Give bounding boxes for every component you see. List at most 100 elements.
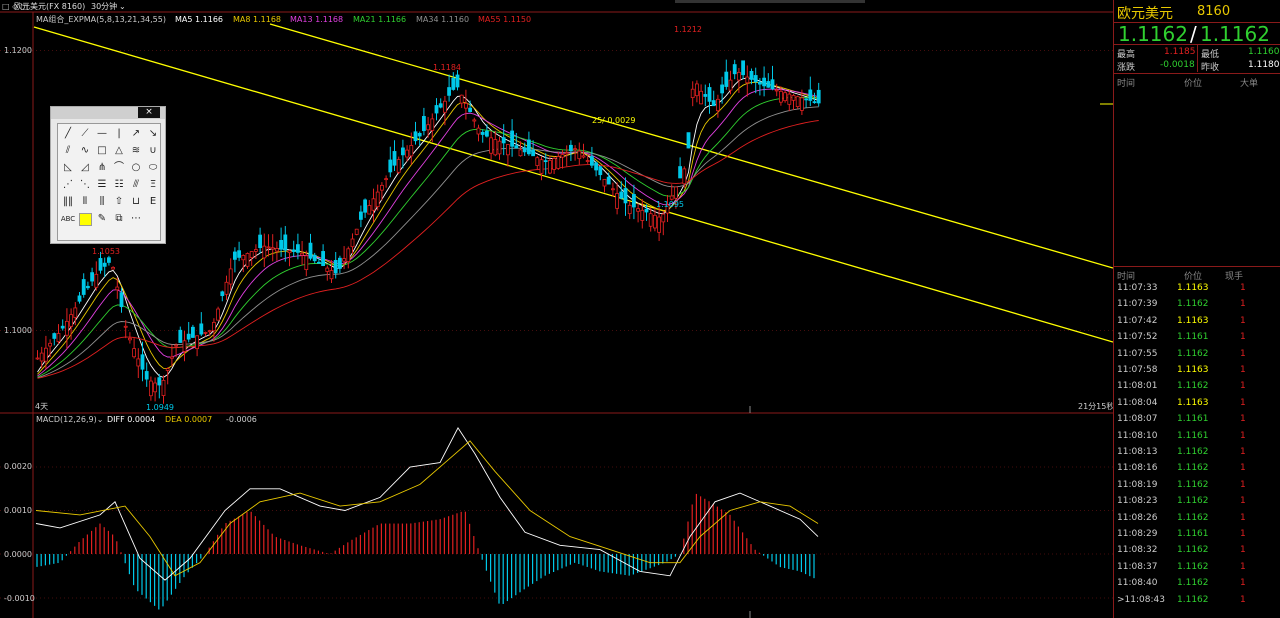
tick-row[interactable]: 11:08:19 1.1162 1 (1114, 478, 1280, 493)
price-tick-2: 1.1000 (4, 326, 32, 335)
cup-tool-icon[interactable]: ∪ (145, 143, 161, 159)
candle-body (342, 258, 347, 262)
tick-row[interactable]: 11:08:07 1.1161 1 (1114, 412, 1280, 427)
fan2-tool-icon[interactable]: ⋱ (77, 177, 93, 193)
candle-body (203, 331, 208, 334)
candle-body (762, 77, 766, 87)
channel-line-lower[interactable] (33, 26, 1113, 343)
candle-body (728, 79, 733, 91)
tick-row[interactable]: 11:08:29 1.1161 1 (1114, 527, 1280, 542)
vline-tool-icon[interactable]: | (111, 126, 127, 142)
ruler-tool-icon[interactable]: ⊔ (128, 194, 144, 210)
ellipse-tool-icon[interactable]: ⬭ (145, 160, 161, 176)
speed-tool-icon[interactable]: ⫻ (128, 177, 144, 193)
candle-body (472, 119, 477, 122)
tick-row[interactable]: 11:07:33 1.1163 1 (1114, 281, 1280, 296)
arrow-tool-icon[interactable]: ↗ (128, 126, 144, 142)
triangle-tool-icon[interactable]: △ (111, 143, 127, 159)
color-tool-icon[interactable] (79, 213, 92, 226)
tick-row[interactable]: 11:08:13 1.1162 1 (1114, 445, 1280, 460)
period-tool-icon[interactable]: ⫼ (94, 194, 110, 210)
tick-row[interactable]: 11:07:55 1.1162 1 (1114, 347, 1280, 362)
tick-row[interactable]: 11:07:52 1.1161 1 (1114, 330, 1280, 345)
parallel-tool-icon[interactable]: ⫽ (60, 143, 76, 159)
bracket-tool-icon[interactable]: E (145, 194, 161, 210)
candle-body (447, 87, 452, 96)
circle-tool-icon[interactable]: ○ (128, 160, 144, 176)
candle-body (812, 101, 817, 104)
up-arrow-tool-icon[interactable]: ⇧ (111, 194, 127, 210)
tick-row[interactable]: 11:08:26 1.1162 1 (1114, 511, 1280, 526)
angle-tool-icon[interactable]: ◿ (77, 160, 93, 176)
chevron-down-icon[interactable]: ⌄ (119, 2, 126, 11)
tick-volume: 1 (1240, 594, 1246, 605)
candle-body (161, 379, 166, 396)
tick-row[interactable]: 11:08:04 1.1163 1 (1114, 396, 1280, 411)
candle-body (611, 188, 615, 191)
period-selector[interactable]: 30分钟 (91, 1, 117, 11)
text-tool-icon[interactable]: ABC (60, 211, 76, 227)
close-icon[interactable]: × (138, 107, 160, 118)
fan-tool-icon[interactable]: ⋰ (60, 177, 76, 193)
tick-row[interactable]: >11:08:43 1.1162 1 (1114, 593, 1280, 608)
hline-tool-icon[interactable]: — (94, 126, 110, 142)
tick-row[interactable]: 11:07:42 1.1163 1 (1114, 314, 1280, 329)
gann-tool-icon[interactable]: ◺ (60, 160, 76, 176)
tick-row[interactable]: 11:08:32 1.1162 1 (1114, 543, 1280, 558)
high-value: 1.1185 (1164, 47, 1196, 57)
candle-body (283, 234, 288, 251)
tick-price: 1.1161 (1177, 332, 1209, 343)
fibext-tool-icon[interactable]: Ξ (145, 177, 161, 193)
arc-tool-icon[interactable]: ⌒ (111, 160, 127, 176)
eraser-tool-icon[interactable]: ✎ (94, 211, 110, 227)
wave-tool-icon[interactable]: ∿ (77, 143, 93, 159)
candle-body (396, 159, 401, 173)
drawing-toolbox[interactable]: × ╱ ⟋ — | ↗ ↘ ⫽ ∿ □ △ ≋ ∪ ◺ ◿ ⋔ ⌒ ○ ⬭ ⋰ ⋱ ☰ ☷ ⫻ Ξ ‖‖ ⦀ ⫼ ⇧ ⊔ E ABC ✎ ⧉ ⋯ (50, 106, 166, 244)
tick-row[interactable]: 11:07:58 1.1163 1 (1114, 363, 1280, 378)
tick-time: 11:07:33 (1117, 283, 1158, 293)
candle-body (237, 250, 242, 258)
fib2-tool-icon[interactable]: ☷ (111, 177, 127, 193)
candle-body (136, 358, 141, 367)
candle-body (476, 127, 481, 135)
fib-tool-icon[interactable]: ☰ (94, 177, 110, 193)
toolbox-titlebar[interactable]: × (51, 107, 165, 119)
candle-body (409, 145, 414, 157)
indicator-label[interactable]: MA组合_EXPMA(5,8,13,21,34,55) (36, 14, 166, 24)
symbol-label[interactable]: 欧元美元(FX 8160) (14, 1, 85, 11)
tick-row[interactable]: 11:08:37 1.1162 1 (1114, 560, 1280, 575)
tick-row[interactable]: 11:08:01 1.1162 1 (1114, 379, 1280, 394)
tick-row[interactable]: 11:08:16 1.1162 1 (1114, 461, 1280, 476)
candle-body (199, 323, 204, 335)
candle-body (602, 178, 607, 187)
rect-tool-icon[interactable]: □ (94, 143, 110, 159)
candle-body (111, 267, 115, 270)
candle-body (791, 95, 796, 101)
big-orders-header-price: 价位 (1184, 79, 1203, 89)
tick-row[interactable]: 11:08:40 1.1162 1 (1114, 576, 1280, 591)
tick-row[interactable]: 11:08:10 1.1161 1 (1114, 429, 1280, 444)
cycle-tool-icon[interactable]: ‖‖ (60, 194, 76, 210)
pitchfork-tool-icon[interactable]: ⋔ (94, 160, 110, 176)
more-tool-icon[interactable]: ⋯ (128, 211, 144, 227)
tick-row[interactable]: 11:08:23 1.1162 1 (1114, 494, 1280, 509)
tick-price: 1.1163 (1177, 365, 1209, 375)
change-label: 涨跌 (1117, 63, 1136, 73)
cycle2-tool-icon[interactable]: ⦀ (77, 194, 93, 210)
delete-tool-icon[interactable]: ⧉ (111, 211, 127, 227)
candle-body (98, 258, 103, 271)
zigzag-tool-icon[interactable]: ≋ (128, 143, 144, 159)
ray-tool-icon[interactable]: ⟋ (77, 126, 93, 142)
candle-body (527, 139, 531, 155)
line-tool-icon[interactable]: ╱ (60, 126, 76, 142)
channel-line-upper[interactable] (269, 23, 1113, 269)
macd-label[interactable]: MACD(12,26,9)⌄ (36, 415, 103, 424)
tick-volume: 1 (1240, 463, 1246, 474)
tick-row[interactable]: 11:07:39 1.1162 1 (1114, 297, 1280, 312)
tick-price: 1.1162 (1177, 594, 1209, 605)
price-separator: / (1190, 22, 1197, 46)
candle-body (804, 98, 808, 101)
days-label: 4天 (35, 402, 48, 411)
arrow-down-tool-icon[interactable]: ↘ (145, 126, 161, 142)
price-chart[interactable]: □ ◇ □ 欧元美元(FX 8160) 30分钟 ⌄ MA组合_EXPMA(5,… (0, 0, 1113, 618)
